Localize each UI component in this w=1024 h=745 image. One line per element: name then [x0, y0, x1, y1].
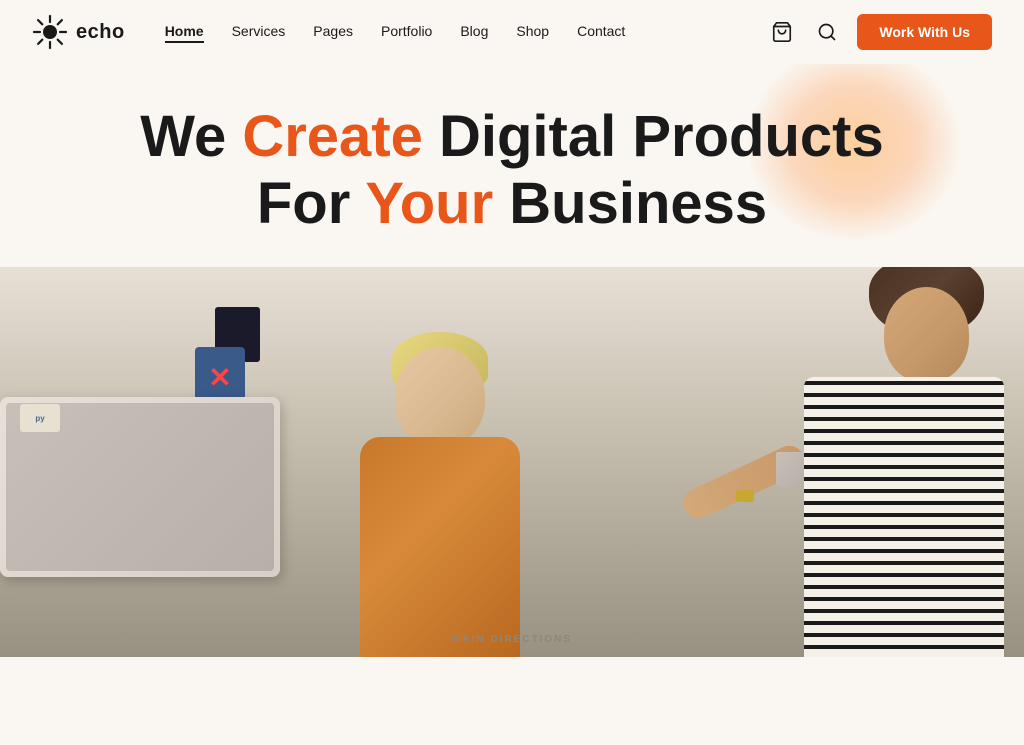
nav-link-pages[interactable]: Pages — [313, 23, 353, 39]
hero-line1: We Create Digital Products — [140, 104, 883, 169]
logo-text: echo — [76, 21, 125, 44]
cup — [776, 452, 804, 487]
hero-section: We Create Digital Products For Your Busi… — [0, 64, 1024, 237]
logo-icon — [32, 14, 68, 50]
person1-body — [360, 437, 520, 657]
hero-line2-prefix: For — [257, 171, 366, 236]
work-with-us-button[interactable]: Work With Us — [857, 14, 992, 50]
laptop-sticker: py — [20, 404, 60, 432]
cart-button[interactable] — [767, 17, 797, 47]
nav-link-home[interactable]: Home — [165, 23, 204, 43]
nav-link-blog[interactable]: Blog — [460, 23, 488, 39]
laptop-monitor: py — [0, 397, 280, 577]
nav-link-contact[interactable]: Contact — [577, 23, 625, 39]
nav-item-shop[interactable]: Shop — [516, 23, 549, 41]
navbar-left: echo Home Services Pages Portfolio Blog … — [32, 14, 625, 50]
nav-link-portfolio[interactable]: Portfolio — [381, 23, 432, 39]
navbar-right: Work With Us — [767, 14, 992, 50]
nav-link-shop[interactable]: Shop — [516, 23, 549, 39]
hero-image-container: ✕ ♥ py MAIN DIRECTIONS — [0, 267, 1024, 657]
nav-item-home[interactable]: Home — [165, 23, 204, 41]
watch — [736, 490, 754, 502]
main-directions-label: MAIN DIRECTIONS — [452, 634, 572, 645]
hero-title: We Create Digital Products For Your Busi… — [32, 104, 992, 237]
person2 — [644, 267, 1024, 657]
person1-head — [395, 347, 485, 447]
person2-torso — [804, 377, 1004, 657]
hero-line2-highlight: Your — [365, 171, 493, 236]
cart-icon — [771, 21, 793, 43]
search-icon — [817, 22, 837, 42]
person1 — [280, 277, 600, 657]
hero-line2: For Your Business — [257, 171, 767, 236]
nav-item-services[interactable]: Services — [232, 23, 286, 41]
logo[interactable]: echo — [32, 14, 125, 50]
hero-scene: ✕ ♥ py MAIN DIRECTIONS — [0, 267, 1024, 657]
navbar: echo Home Services Pages Portfolio Blog … — [0, 0, 1024, 64]
nav-links: Home Services Pages Portfolio Blog Shop … — [165, 23, 626, 41]
nav-item-portfolio[interactable]: Portfolio — [381, 23, 432, 41]
hero-line1-prefix: We — [140, 104, 242, 169]
hero-line2-suffix: Business — [493, 171, 767, 236]
nav-item-contact[interactable]: Contact — [577, 23, 625, 41]
nav-item-blog[interactable]: Blog — [460, 23, 488, 41]
search-button[interactable] — [813, 18, 841, 46]
nav-link-services[interactable]: Services — [232, 23, 286, 39]
person2-head — [884, 287, 969, 382]
hero-line1-suffix: Digital Products — [423, 104, 884, 169]
nav-item-pages[interactable]: Pages — [313, 23, 353, 41]
hero-line1-highlight: Create — [242, 104, 423, 169]
